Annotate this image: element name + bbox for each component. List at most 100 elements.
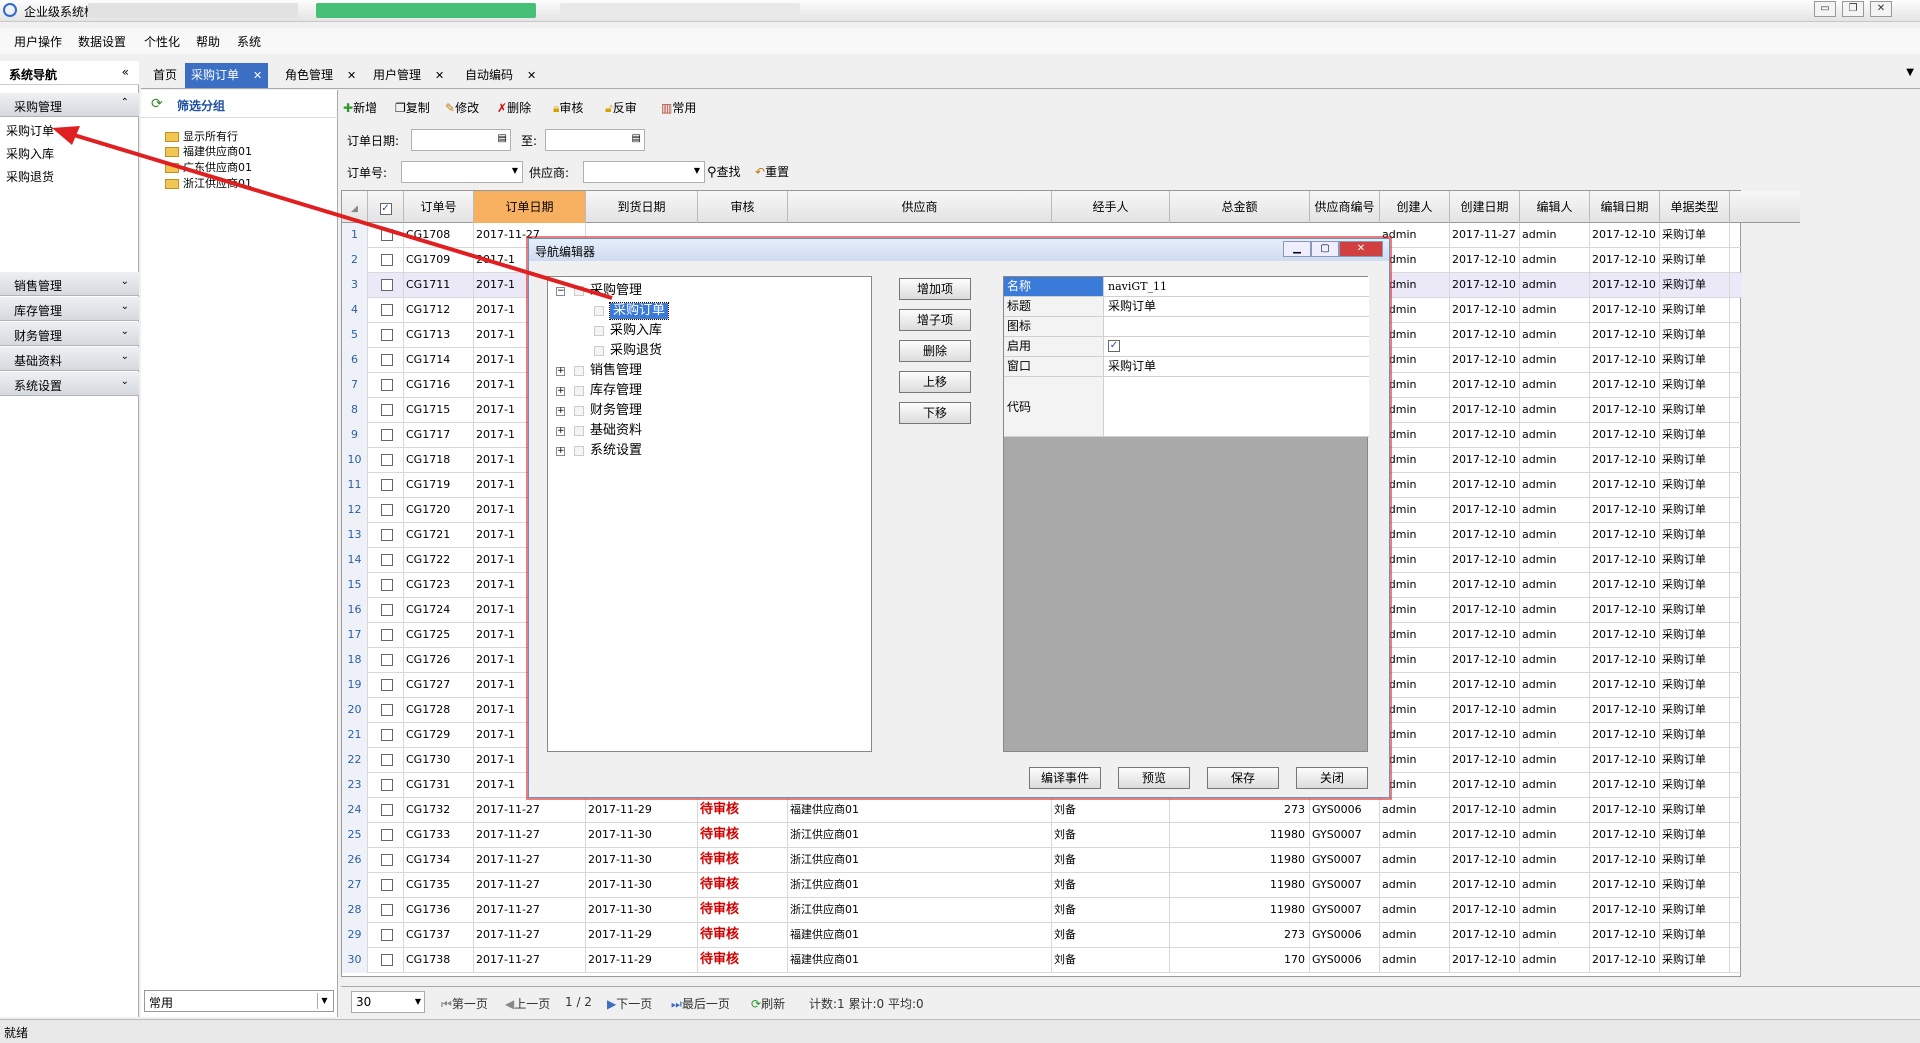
row-checkbox[interactable] (380, 554, 393, 566)
tab-home[interactable]: 首页 (147, 63, 183, 88)
row-select-cell[interactable] (368, 448, 404, 473)
row-select-cell[interactable] (368, 423, 404, 448)
row-select-cell[interactable] (368, 498, 404, 523)
common-button[interactable]: ▥常用 (661, 99, 696, 116)
row-select-cell[interactable] (368, 573, 404, 598)
maximize-icon[interactable]: ▢ (1311, 241, 1339, 257)
prop-value[interactable]: 采购订单 (1108, 297, 1156, 316)
row-select-cell[interactable] (368, 398, 404, 423)
sidebar-group-sales[interactable]: 销售管理 ⌄ (0, 272, 139, 296)
expand-icon[interactable]: + (556, 367, 565, 376)
close-icon[interactable]: ✕ (347, 69, 356, 82)
chevron-up-icon[interactable]: ⌃ (121, 97, 129, 108)
order-no-combo[interactable]: ▼ (401, 161, 523, 183)
close-icon[interactable]: ✕ (1870, 1, 1892, 17)
expand-icon[interactable]: + (556, 407, 565, 416)
row-checkbox[interactable] (380, 254, 393, 266)
row-select-cell[interactable] (368, 873, 404, 898)
sidebar-group-inventory[interactable]: 库存管理 ⌄ (0, 297, 139, 321)
approve-button[interactable]: 🔒︎审核 (553, 99, 583, 116)
tab-user-management[interactable]: 用户管理 ✕ (367, 63, 450, 88)
restore-icon[interactable]: ❐ (1842, 1, 1864, 17)
row-checkbox[interactable] (380, 729, 393, 741)
row-checkbox[interactable] (380, 229, 393, 241)
move-up-button[interactable]: 上移 (899, 371, 971, 393)
table-row[interactable]: 25 CG1733 2017-11-27 2017-11-30 待审核 浙江供应商01 刘备… (342, 823, 1742, 848)
table-row[interactable]: 24 CG1732 2017-11-27 2017-11-29 待审核 福建供应商01 刘备… (342, 798, 1742, 823)
first-page-button[interactable]: ⏮第一页 (441, 995, 488, 1012)
chevron-down-icon[interactable]: ▼ (317, 993, 331, 1009)
search-button[interactable]: ⚲查找 (707, 163, 741, 180)
prop-row-window[interactable]: 窗口 采购订单 (1004, 357, 1369, 377)
row-checkbox[interactable] (380, 379, 393, 391)
sidebar-group-purchase[interactable]: 采购管理 ⌃ (0, 93, 139, 117)
row-select-cell[interactable] (368, 548, 404, 573)
save-button[interactable]: 保存 (1207, 767, 1279, 789)
table-row[interactable]: 29 CG1737 2017-11-27 2017-11-29 待审核 福建供应商01 刘备… (342, 923, 1742, 948)
chevron-down-icon[interactable]: ⌄ (121, 276, 129, 287)
row-select-cell[interactable] (368, 223, 404, 248)
row-checkbox[interactable] (380, 454, 393, 466)
add-button[interactable]: ✚新增 (343, 99, 377, 116)
enabled-checkbox[interactable]: ✓ (1108, 340, 1120, 352)
next-page-button[interactable]: ▶下一页 (607, 995, 652, 1012)
row-select-cell[interactable] (368, 298, 404, 323)
collapse-icon[interactable]: « (122, 65, 129, 79)
calendar-icon[interactable]: ▤ (632, 133, 641, 144)
chevron-down-icon[interactable]: ⌄ (121, 376, 129, 387)
table-row[interactable]: 26 CG1734 2017-11-27 2017-11-30 待审核 浙江供应商01 刘备… (342, 848, 1742, 873)
row-checkbox[interactable] (380, 329, 393, 341)
column-header[interactable]: 审核 (698, 191, 788, 223)
unapprove-button[interactable]: 🔓︎反审 (605, 99, 637, 116)
row-select-cell[interactable] (368, 948, 404, 973)
delete-button[interactable]: ✗删除 (497, 99, 531, 116)
minimize-icon[interactable]: ▁ (1283, 241, 1311, 257)
sidebar-group-basic[interactable]: 基础资料 ⌄ (0, 347, 139, 371)
column-header[interactable]: 订单日期 (474, 191, 586, 223)
row-select-cell[interactable] (368, 748, 404, 773)
filter-node-fujian[interactable]: 福建供应商01 (183, 145, 252, 159)
refresh-button[interactable]: ⟳刷新 (751, 995, 785, 1012)
select-all-header[interactable]: ✓ (368, 191, 404, 223)
nav-tree-node[interactable]: 采购管理 (590, 283, 642, 299)
sidebar-item-purchase-order[interactable]: 采购订单 (6, 122, 54, 139)
preview-button[interactable]: 预览 (1118, 767, 1190, 789)
row-checkbox[interactable] (380, 354, 393, 366)
column-header[interactable]: 订单号 (404, 191, 474, 223)
column-header[interactable]: 经手人 (1052, 191, 1170, 223)
filter-group-combo[interactable]: 常用 ▼ (144, 990, 334, 1012)
close-icon[interactable]: ✕ (435, 69, 444, 82)
column-header[interactable]: 单据类型 (1660, 191, 1730, 223)
menu-data-settings[interactable]: 数据设置 (78, 33, 126, 50)
column-header[interactable]: 创建日期 (1450, 191, 1520, 223)
row-checkbox[interactable] (380, 854, 393, 866)
column-header[interactable]: 总金额 (1170, 191, 1310, 223)
table-row[interactable]: 30 CG1738 2017-11-27 2017-11-29 待审核 福建供应商01 刘备… (342, 948, 1742, 973)
row-select-cell[interactable] (368, 823, 404, 848)
column-header[interactable]: 供应商编号 (1310, 191, 1380, 223)
nav-tree-node[interactable]: 采购退货 (610, 343, 662, 359)
table-row[interactable]: 27 CG1735 2017-11-27 2017-11-30 待审核 浙江供应商01 刘备… (342, 873, 1742, 898)
calendar-icon[interactable]: ▤ (498, 133, 507, 144)
chevron-down-icon[interactable]: ⌄ (121, 351, 129, 362)
row-select-cell[interactable] (368, 723, 404, 748)
row-select-cell[interactable] (368, 798, 404, 823)
column-header[interactable]: 创建人 (1380, 191, 1450, 223)
nav-tree-node[interactable]: 系统设置 (590, 443, 642, 459)
chevron-down-icon[interactable]: ⌄ (121, 301, 129, 312)
row-select-cell[interactable] (368, 248, 404, 273)
row-checkbox[interactable] (380, 629, 393, 641)
filter-node-guangdong[interactable]: 广东供应商01 (183, 161, 252, 175)
row-checkbox[interactable] (380, 529, 393, 541)
table-row[interactable]: 28 CG1736 2017-11-27 2017-11-30 待审核 浙江供应商01 刘备… (342, 898, 1742, 923)
order-date-to-input[interactable]: ▤ (545, 129, 645, 151)
close-icon[interactable]: ✕ (253, 69, 262, 82)
chevron-down-icon[interactable]: ▼ (694, 166, 700, 175)
row-select-cell[interactable] (368, 698, 404, 723)
prop-row-code[interactable]: 代码 (1004, 377, 1369, 437)
prop-row-enabled[interactable]: 启用 ✓ (1004, 337, 1369, 357)
refresh-icon[interactable]: ⟳ (151, 96, 163, 112)
tab-list-dropdown-icon[interactable]: ▼ (1906, 67, 1914, 78)
prev-page-button[interactable]: ◀上一页 (505, 995, 550, 1012)
row-checkbox[interactable] (380, 904, 393, 916)
